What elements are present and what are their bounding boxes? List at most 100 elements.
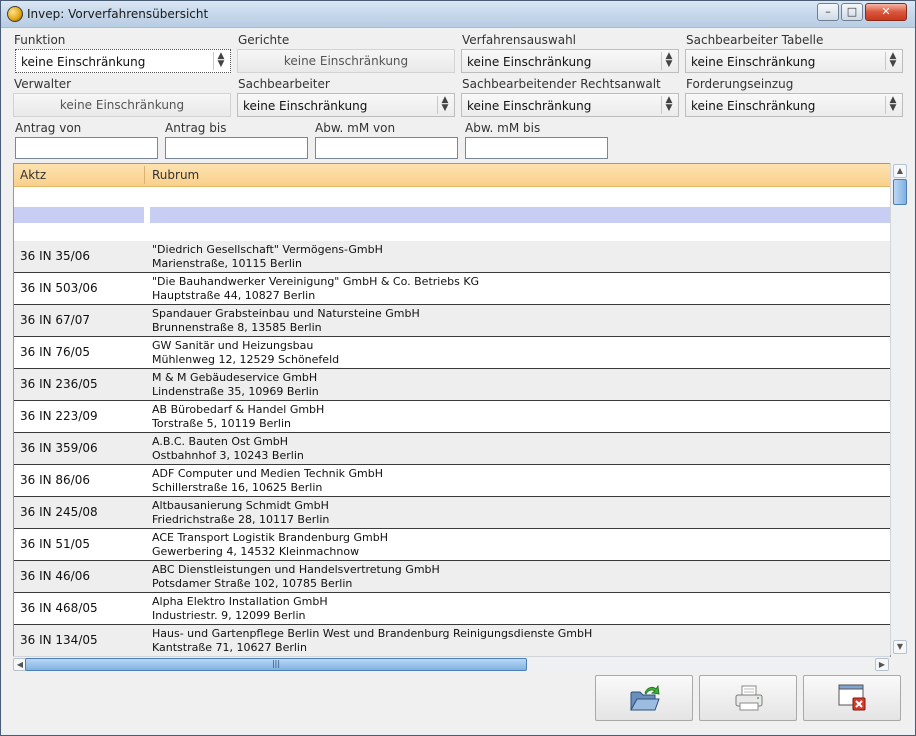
table-row[interactable]: 36 IN 236/05 M & M Gebäudeservice GmbH Lin… bbox=[14, 369, 890, 401]
sachbearbeiter-select[interactable]: keine Einschränkung ▲ ▼ bbox=[237, 93, 455, 117]
rubrum-name-cell: Altbausanierung Schmidt GmbH bbox=[152, 499, 329, 512]
forderungseinzug-value: keine Einschränkung bbox=[691, 99, 816, 113]
selected-empty-row[interactable] bbox=[14, 207, 890, 223]
rubrum-name-cell: "Die Bauhandwerker Vereinigung" GmbH & C… bbox=[152, 275, 480, 288]
table-row[interactable]: 36 IN 223/09 AB Bürobedarf & Handel GmbH T… bbox=[14, 401, 890, 433]
rubrum-name-cell: ACE Transport Logistik Brandenburg GmbH bbox=[152, 531, 389, 544]
proceedings-table[interactable]: Aktz Rubrum 36 IN 35/06 "Diedrich Gesells… bbox=[13, 163, 891, 657]
print-button[interactable] bbox=[699, 675, 797, 721]
spin-arrows-icon: ▲ ▼ bbox=[885, 52, 900, 70]
abw-von-label: Abw. mM von bbox=[315, 121, 396, 135]
aktz-cell: 36 IN 46/06 bbox=[20, 569, 90, 583]
column-header-rubrum[interactable]: Rubrum bbox=[152, 168, 199, 182]
rubrum-name-cell: M & M Gebäudeservice GmbH bbox=[152, 371, 318, 384]
antrag-bis-label: Antrag bis bbox=[165, 121, 227, 135]
rubrum-address-cell: Lindenstraße 35, 10969 Berlin bbox=[152, 385, 319, 398]
aktz-cell: 36 IN 86/06 bbox=[20, 473, 90, 487]
rubrum-name-cell: Spandauer Grabsteinbau und Natursteine G… bbox=[152, 307, 420, 320]
antrag-bis-input[interactable] bbox=[165, 137, 308, 159]
spin-arrows-icon: ▲ ▼ bbox=[885, 96, 900, 114]
spin-arrows-icon: ▲ ▼ bbox=[213, 52, 228, 70]
horizontal-scroll-thumb[interactable]: ||| bbox=[25, 658, 527, 671]
rubrum-address-cell: Friedrichstraße 28, 10117 Berlin bbox=[152, 513, 330, 526]
sachbearbeitender-ra-label: Sachbearbeitender Rechtsanwalt bbox=[462, 77, 661, 91]
sachbearbeitender-ra-value: keine Einschränkung bbox=[467, 99, 592, 113]
spin-arrows-icon: ▲ ▼ bbox=[437, 96, 452, 114]
minimize-button[interactable]: – bbox=[817, 3, 839, 21]
verfahrensauswahl-value: keine Einschränkung bbox=[467, 55, 592, 69]
aktz-cell: 36 IN 134/05 bbox=[20, 633, 98, 647]
antrag-von-label: Antrag von bbox=[15, 121, 82, 135]
verfahrensauswahl-select[interactable]: keine Einschränkung ▲ ▼ bbox=[461, 49, 679, 73]
table-row[interactable]: 36 IN 503/06 "Die Bauhandwerker Vereinigu… bbox=[14, 273, 890, 305]
aktz-cell: 36 IN 245/08 bbox=[20, 505, 98, 519]
rubrum-name-cell: "Diedrich Gesellschaft" Vermögens-GmbH bbox=[152, 243, 383, 256]
verwalter-label: Verwalter bbox=[14, 77, 72, 91]
cell-gap bbox=[144, 207, 150, 223]
funktion-value: keine Einschränkung bbox=[21, 55, 146, 69]
sachbearbeitender-ra-select[interactable]: keine Einschränkung ▲ ▼ bbox=[461, 93, 679, 117]
open-button[interactable] bbox=[595, 675, 693, 721]
main-window: Invep: Vorverfahrensübersicht – □ ✕ Funk… bbox=[0, 0, 916, 736]
rubrum-name-cell: Alpha Elektro Installation GmbH bbox=[152, 595, 328, 608]
window-close-icon bbox=[838, 684, 866, 711]
rubrum-name-cell: ABC Dienstleistungen und Handelsvertretu… bbox=[152, 563, 440, 576]
close-window-button[interactable]: ✕ bbox=[865, 3, 907, 21]
rubrum-name-cell: GW Sanitär und Heizungsbau bbox=[152, 339, 314, 352]
rubrum-name-cell: A.B.C. Bauten Ost GmbH bbox=[152, 435, 289, 448]
aktz-cell: 36 IN 76/05 bbox=[20, 345, 90, 359]
maximize-button[interactable]: □ bbox=[841, 3, 863, 21]
table-row[interactable]: 36 IN 359/06 A.B.C. Bauten Ost GmbH Ostbah… bbox=[14, 433, 890, 465]
vertical-scrollbar[interactable]: ▲ ▼ bbox=[890, 163, 907, 655]
funktion-label: Funktion bbox=[14, 33, 66, 47]
table-row[interactable]: 36 IN 76/05 GW Sanitär und Heizungsbau Müh… bbox=[14, 337, 890, 369]
scroll-down-icon[interactable]: ▼ bbox=[893, 640, 907, 654]
close-button[interactable] bbox=[803, 675, 901, 721]
rubrum-address-cell: Gewerbering 4, 14532 Kleinmachnow bbox=[152, 545, 360, 558]
sachbearbeiter-tabelle-select[interactable]: keine Einschränkung ▲ ▼ bbox=[685, 49, 903, 73]
table-row[interactable]: 36 IN 468/05 Alpha Elektro Installation G… bbox=[14, 593, 890, 625]
scroll-up-icon[interactable]: ▲ bbox=[893, 164, 907, 178]
table-row[interactable]: 36 IN 67/07 Spandauer Grabsteinbau und Na… bbox=[14, 305, 890, 337]
rubrum-address-cell: Marienstraße, 10115 Berlin bbox=[152, 257, 302, 270]
title-bar[interactable]: Invep: Vorverfahrensübersicht – □ ✕ bbox=[1, 1, 915, 28]
antrag-von-input[interactable] bbox=[15, 137, 158, 159]
aktz-cell: 36 IN 35/06 bbox=[20, 249, 90, 263]
gerichte-button[interactable]: keine Einschränkung bbox=[237, 49, 455, 73]
rubrum-address-cell: Kantstraße 71, 10627 Berlin bbox=[152, 641, 307, 654]
sachbearbeiter-label: Sachbearbeiter bbox=[238, 77, 330, 91]
table-row[interactable]: 36 IN 51/05 ACE Transport Logistik Brande… bbox=[14, 529, 890, 561]
table-row[interactable]: 36 IN 46/06 ABC Dienstleistungen und Hand… bbox=[14, 561, 890, 593]
rubrum-name-cell: ADF Computer und Medien Technik GmbH bbox=[152, 467, 383, 480]
funktion-select[interactable]: keine Einschränkung ▲ ▼ bbox=[15, 49, 231, 73]
window-title: Invep: Vorverfahrensübersicht bbox=[27, 7, 209, 21]
table-row[interactable]: 36 IN 134/05 Haus- und Gartenpflege Berli… bbox=[14, 625, 890, 656]
column-divider[interactable] bbox=[144, 166, 145, 184]
sachbearbeiter-value: keine Einschränkung bbox=[243, 99, 368, 113]
scroll-right-icon[interactable]: ▶ bbox=[875, 658, 889, 671]
printer-icon bbox=[735, 685, 763, 711]
sachbearbeiter-tabelle-label: Sachbearbeiter Tabelle bbox=[686, 33, 824, 47]
aktz-cell: 36 IN 468/05 bbox=[20, 601, 98, 615]
abw-bis-input[interactable] bbox=[465, 137, 608, 159]
table-row[interactable]: 36 IN 35/06 "Diedrich Gesellschaft" Vermö… bbox=[14, 241, 890, 273]
rubrum-name-cell: Haus- und Gartenpflege Berlin West und B… bbox=[152, 627, 593, 640]
aktz-cell: 36 IN 503/06 bbox=[20, 281, 98, 295]
table-row[interactable]: 36 IN 86/06 ADF Computer und Medien Techn… bbox=[14, 465, 890, 497]
table-header: Aktz Rubrum bbox=[14, 164, 890, 187]
table-row[interactable]: 36 IN 245/08 Altbausanierung Schmidt GmbH… bbox=[14, 497, 890, 529]
app-icon bbox=[7, 6, 23, 22]
rubrum-address-cell: Torstraße 5, 10119 Berlin bbox=[152, 417, 292, 430]
aktz-cell: 36 IN 359/06 bbox=[20, 441, 98, 455]
verwalter-button[interactable]: keine Einschränkung bbox=[13, 93, 231, 117]
column-header-aktz[interactable]: Aktz bbox=[20, 168, 46, 182]
vertical-scroll-thumb[interactable] bbox=[893, 179, 907, 205]
verfahrensauswahl-label: Verfahrensauswahl bbox=[462, 33, 577, 47]
aktz-cell: 36 IN 51/05 bbox=[20, 537, 90, 551]
forderungseinzug-select[interactable]: keine Einschränkung ▲ ▼ bbox=[685, 93, 903, 117]
rubrum-name-cell: AB Bürobedarf & Handel GmbH bbox=[152, 403, 325, 416]
horizontal-scrollbar[interactable]: ◀ ||| ▶ bbox=[13, 656, 890, 671]
abw-von-input[interactable] bbox=[315, 137, 458, 159]
rubrum-address-cell: Hauptstraße 44, 10827 Berlin bbox=[152, 289, 316, 302]
aktz-cell: 36 IN 67/07 bbox=[20, 313, 90, 327]
